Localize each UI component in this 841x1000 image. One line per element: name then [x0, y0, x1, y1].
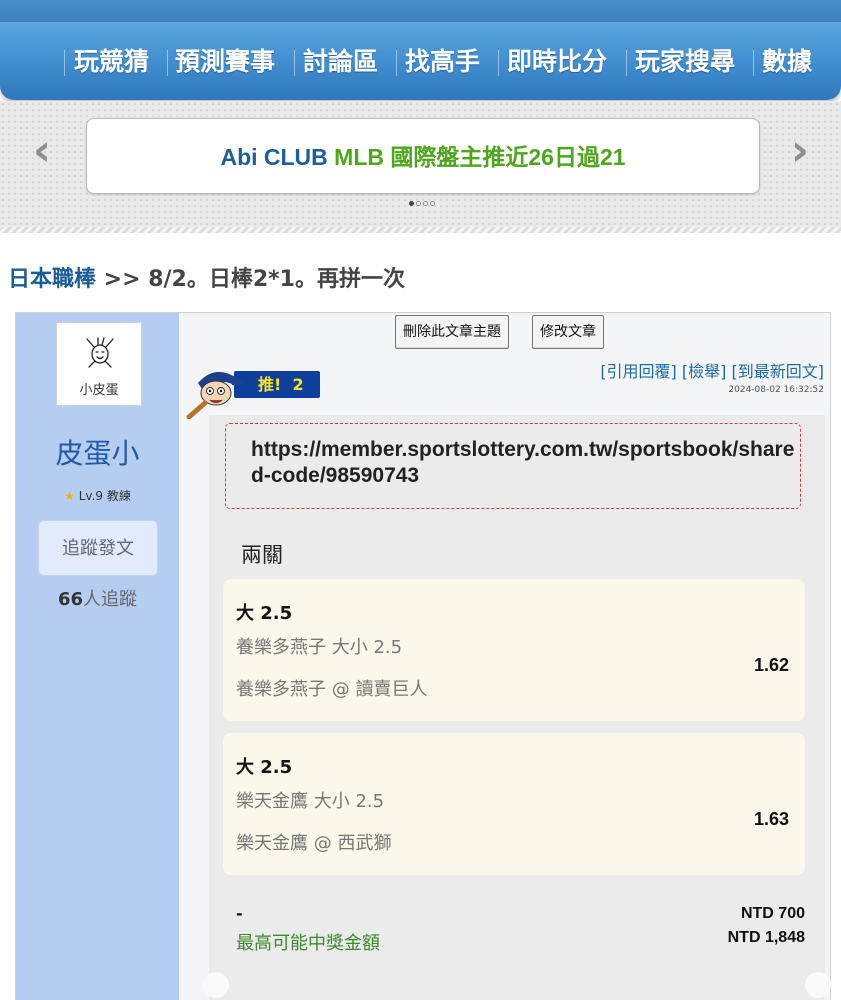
- bet-odds: 1.62: [753, 655, 789, 675]
- chevron-left-icon[interactable]: ‹: [22, 129, 62, 173]
- author-panel: 小皮蛋 皮蛋小 ★ Lv.9 教練 追蹤發文 66人追蹤: [16, 313, 179, 1000]
- star-icon: ★: [64, 489, 75, 503]
- pagination-dot[interactable]: [416, 201, 421, 206]
- pagination-dot[interactable]: [409, 201, 414, 206]
- nav-separator: [294, 50, 295, 76]
- bet-match: 樂天金鷹 @ 西武獅: [236, 833, 392, 854]
- bet-match: 養樂多燕子 @ 讀賣巨人: [236, 679, 428, 700]
- post-timestamp: 2024-08-02 16:32:52: [728, 385, 824, 395]
- author-name[interactable]: 皮蛋小: [16, 432, 179, 472]
- nav-item-predictions[interactable]: 預測賽事: [175, 44, 275, 80]
- follower-count: 66人追蹤: [16, 585, 179, 611]
- nav-item-forum[interactable]: 討論區: [303, 44, 378, 80]
- top-strip: [0, 0, 841, 24]
- ticker-area: ‹ Abi CLUB MLB 國際盤主推近26日過21 ›: [0, 101, 841, 233]
- nav-separator: [626, 50, 627, 76]
- breadcrumb-separator: >>: [96, 267, 149, 292]
- ticker-pagination: [409, 201, 435, 206]
- follow-button[interactable]: 追蹤發文: [38, 520, 158, 576]
- bet-pick: 大 2.5: [236, 603, 293, 624]
- summary-dash: -: [236, 904, 243, 923]
- nav-separator: [64, 50, 65, 76]
- quote-reply-link[interactable]: [引用回覆]: [600, 362, 677, 381]
- nav-separator: [498, 50, 499, 76]
- bet-market: 樂天金鷹 大小 2.5: [236, 791, 385, 812]
- max-prize-label: 最高可能中獎金額: [236, 933, 380, 954]
- nav-separator: [396, 50, 397, 76]
- mascot-icon: [186, 371, 244, 419]
- bet-market: 養樂多燕子 大小 2.5: [236, 637, 403, 658]
- avatar-icon: [86, 337, 114, 368]
- ticker-banner[interactable]: Abi CLUB MLB 國際盤主推近26日過21: [86, 118, 760, 194]
- nav-item-experts[interactable]: 找高手: [405, 44, 480, 80]
- main-nav: 玩競猜 預測賽事 討論區 找高手 即時比分 玩家搜尋 數據: [0, 22, 841, 100]
- post: 小皮蛋 皮蛋小 ★ Lv.9 教練 追蹤發文 66人追蹤 刪除此文章主題 修改文…: [15, 312, 831, 1000]
- nav-separator: [753, 50, 754, 76]
- latest-reply-link[interactable]: [到最新回文]: [732, 362, 825, 381]
- nav-separator: [167, 50, 168, 76]
- ticket-notch: [805, 972, 831, 998]
- pagination-dot[interactable]: [423, 201, 428, 206]
- breadcrumb: 日本職棒 >> 8/2。日棒2*1。再拼一次: [8, 261, 405, 295]
- bet-odds: 1.63: [753, 809, 789, 829]
- ticket-notch: [203, 972, 229, 998]
- shared-code-link[interactable]: https://member.sportslottery.com.tw/spor…: [225, 423, 801, 509]
- nav-item-data[interactable]: 數據: [762, 44, 812, 80]
- edit-post-button[interactable]: 修改文章: [532, 315, 604, 349]
- ticker-club: Abi CLUB: [220, 144, 335, 170]
- push-badge[interactable]: 推! 2: [186, 361, 336, 419]
- push-count: 2: [292, 375, 304, 394]
- bet-pick: 大 2.5: [236, 757, 293, 778]
- report-link[interactable]: [檢舉]: [682, 362, 727, 381]
- level-label: Lv.9 教練: [78, 489, 131, 503]
- ticker-headline: MLB 國際盤主推近26日過21: [334, 144, 626, 170]
- nav-item-player-search[interactable]: 玩家搜尋: [635, 44, 735, 80]
- page-title: 8/2。日棒2*1。再拼一次: [148, 267, 405, 292]
- bet-card: 大 2.5 樂天金鷹 大小 2.5 樂天金鷹 @ 西武獅 1.63: [223, 733, 805, 875]
- pagination-dot[interactable]: [430, 201, 435, 206]
- combo-title: 兩關: [241, 543, 283, 567]
- chevron-right-icon[interactable]: ›: [780, 129, 820, 173]
- nav-item-guess[interactable]: 玩競猜: [74, 44, 149, 80]
- delete-topic-button[interactable]: 刪除此文章主題: [395, 315, 509, 349]
- max-prize-amount: NTD 1,848: [727, 929, 805, 946]
- breadcrumb-category[interactable]: 日本職棒: [8, 267, 96, 292]
- follower-number: 66: [57, 589, 84, 610]
- avatar-caption: 小皮蛋: [79, 383, 119, 398]
- push-label: 推! 2: [234, 371, 320, 398]
- post-content: https://member.sportslottery.com.tw/spor…: [203, 415, 831, 1000]
- avatar[interactable]: 小皮蛋: [56, 322, 142, 406]
- nav-item-live-scores[interactable]: 即時比分: [507, 44, 607, 80]
- stake-amount: NTD 700: [740, 905, 805, 922]
- follower-suffix: 人追蹤: [83, 589, 138, 610]
- bet-card: 大 2.5 養樂多燕子 大小 2.5 養樂多燕子 @ 讀賣巨人 1.62: [223, 579, 805, 721]
- author-level: ★ Lv.9 教練: [16, 487, 179, 504]
- post-actions: [引用回覆] [檢舉] [到最新回文]: [600, 358, 824, 382]
- push-text: 推!: [258, 375, 282, 394]
